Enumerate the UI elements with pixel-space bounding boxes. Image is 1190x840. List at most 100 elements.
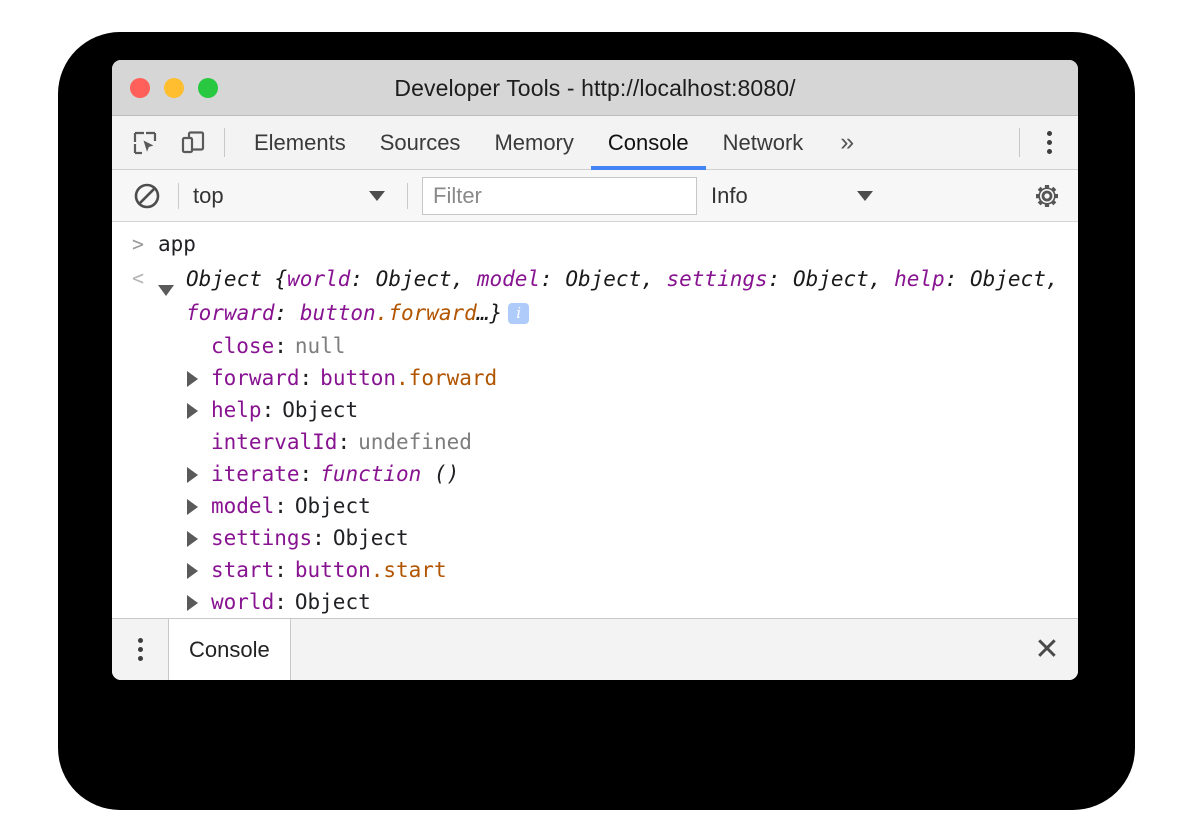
preview-sep-2: : bbox=[768, 267, 793, 291]
log-level-select[interactable]: Info bbox=[711, 183, 881, 209]
drawer-tab-console[interactable]: Console bbox=[168, 619, 291, 680]
console-result-line: < Object {world: Object, model: Object, … bbox=[112, 260, 1078, 330]
tab-bar-tool-icons bbox=[112, 116, 210, 169]
property-colon: : bbox=[300, 458, 313, 490]
preview-sep-forward: : bbox=[275, 301, 300, 325]
console-command-text: app bbox=[158, 228, 1068, 260]
property-value-sub: .forward bbox=[396, 366, 497, 390]
preview-sep-0: : bbox=[350, 267, 375, 291]
object-preview: Object {world: Object, model: Object, se… bbox=[186, 262, 1068, 330]
property-name: settings bbox=[211, 522, 312, 554]
row-disclosure-model[interactable] bbox=[187, 490, 211, 522]
property-colon: : bbox=[312, 522, 325, 554]
toolbar-divider-2 bbox=[407, 183, 408, 209]
table-row[interactable]: settings: Object bbox=[112, 522, 1078, 554]
property-colon: : bbox=[274, 554, 287, 586]
result-chevron-icon: < bbox=[132, 262, 158, 294]
chevron-down-icon bbox=[369, 191, 385, 201]
triangle-right-icon bbox=[187, 467, 198, 483]
property-value-object: button bbox=[320, 366, 396, 390]
property-name: help bbox=[211, 394, 262, 426]
preview-prop-forward: forward bbox=[186, 301, 275, 325]
property-value-object: button bbox=[295, 558, 371, 582]
preview-val-world: Object bbox=[376, 267, 452, 291]
tab-console[interactable]: Console bbox=[591, 116, 706, 169]
more-tabs-icon[interactable]: » bbox=[820, 116, 872, 169]
preview-val-settings: Object bbox=[793, 267, 869, 291]
preview-tail-1: , bbox=[641, 267, 666, 291]
table-row[interactable]: iterate: function () bbox=[112, 458, 1078, 490]
preview-prop-help: help bbox=[894, 267, 945, 291]
property-value-function-keyword: function bbox=[320, 462, 421, 486]
main-menu-kebab-icon[interactable] bbox=[1032, 126, 1066, 160]
property-value: Object bbox=[295, 490, 371, 522]
preview-tail-2: , bbox=[869, 267, 894, 291]
triangle-right-icon bbox=[187, 403, 198, 419]
tab-bar-right-group bbox=[1005, 116, 1078, 169]
gear-icon[interactable] bbox=[1028, 177, 1066, 215]
triangle-right-icon bbox=[187, 563, 198, 579]
property-value: null bbox=[295, 330, 346, 362]
property-name: close bbox=[211, 330, 274, 362]
tab-network[interactable]: Network bbox=[706, 116, 821, 169]
table-row[interactable]: forward: button.forward bbox=[112, 362, 1078, 394]
property-value: Object bbox=[333, 522, 409, 554]
table-row[interactable]: close: null bbox=[112, 330, 1078, 362]
table-row[interactable]: start: button.start bbox=[112, 554, 1078, 586]
tab-bar-divider-right bbox=[1019, 128, 1020, 157]
property-value: function () bbox=[320, 458, 459, 490]
row-disclosure-forward[interactable] bbox=[187, 362, 211, 394]
row-disclosure-settings[interactable] bbox=[187, 522, 211, 554]
tab-memory[interactable]: Memory bbox=[477, 116, 590, 169]
row-disclosure-world[interactable] bbox=[187, 586, 211, 618]
property-colon: : bbox=[274, 330, 287, 362]
property-colon: : bbox=[274, 586, 287, 618]
execution-context-select[interactable]: top bbox=[193, 183, 393, 209]
preview-tail-3: , bbox=[1046, 267, 1059, 291]
preview-val-help: Object bbox=[970, 267, 1046, 291]
preview-forward-sub: .forward bbox=[376, 301, 477, 325]
close-drawer-button[interactable]: ✕ bbox=[1016, 619, 1078, 680]
console-output[interactable]: > app < Object {world: Object, model: Ob… bbox=[112, 222, 1078, 618]
preview-sep-3: : bbox=[945, 267, 970, 291]
console-command-line: > app bbox=[112, 228, 1078, 260]
property-colon: : bbox=[337, 426, 350, 458]
window-title-bar: Developer Tools - http://localhost:8080/ bbox=[112, 60, 1078, 116]
preview-sep-1: : bbox=[540, 267, 565, 291]
chevron-down-icon-level bbox=[857, 191, 873, 201]
property-value: Object bbox=[282, 394, 358, 426]
expand-object-toggle[interactable] bbox=[158, 262, 186, 305]
table-row[interactable]: help: Object bbox=[112, 394, 1078, 426]
row-disclosure-start[interactable] bbox=[187, 554, 211, 586]
table-row[interactable]: model: Object bbox=[112, 490, 1078, 522]
row-disclosure-iterate[interactable] bbox=[187, 458, 211, 490]
triangle-right-icon bbox=[187, 499, 198, 515]
tab-elements[interactable]: Elements bbox=[237, 116, 363, 169]
property-name: model bbox=[211, 490, 274, 522]
clear-console-icon[interactable] bbox=[130, 179, 164, 213]
row-disclosure-help[interactable] bbox=[187, 394, 211, 426]
property-colon: : bbox=[262, 394, 275, 426]
panel-tabs: Elements Sources Memory Console Network … bbox=[237, 116, 872, 169]
execution-context-value: top bbox=[193, 183, 224, 209]
tab-sources[interactable]: Sources bbox=[363, 116, 478, 169]
property-name: world bbox=[211, 586, 274, 618]
devtools-window: Developer Tools - http://localhost:8080/… bbox=[112, 60, 1078, 680]
property-value-sub: .start bbox=[371, 558, 447, 582]
device-toolbar-icon[interactable] bbox=[176, 126, 210, 160]
close-icon: ✕ bbox=[1034, 635, 1059, 665]
preview-prop-settings: settings bbox=[667, 267, 768, 291]
inspect-element-icon[interactable] bbox=[128, 126, 162, 160]
table-row[interactable]: intervalId: undefined bbox=[112, 426, 1078, 458]
toolbar-divider-1 bbox=[178, 183, 179, 209]
prompt-chevron-icon: > bbox=[132, 228, 158, 260]
property-name: intervalId bbox=[211, 426, 337, 458]
filter-input[interactable] bbox=[422, 177, 697, 215]
property-value: button.start bbox=[295, 554, 447, 586]
triangle-right-icon bbox=[187, 371, 198, 387]
preview-prop-world: world bbox=[287, 267, 350, 291]
drawer-menu-kebab-icon[interactable] bbox=[112, 619, 168, 680]
preview-tail-0: , bbox=[452, 267, 477, 291]
table-row[interactable]: world: Object bbox=[112, 586, 1078, 618]
info-badge-icon[interactable]: i bbox=[508, 303, 529, 324]
